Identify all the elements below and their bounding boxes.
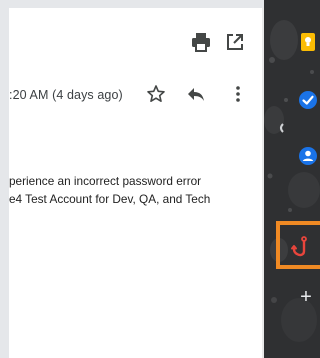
addon-highlight[interactable] — [276, 221, 320, 269]
open-in-new-window-icon[interactable] — [225, 32, 245, 52]
print-icon[interactable] — [190, 31, 212, 53]
star-outline-icon[interactable] — [145, 83, 167, 105]
plus-icon[interactable]: + — [296, 286, 316, 308]
contacts-icon[interactable] — [298, 146, 318, 166]
reply-icon[interactable] — [185, 83, 207, 105]
window-frame-top — [0, 0, 264, 8]
keep-icon[interactable] — [298, 32, 318, 52]
email-view-panel: :20 AM (4 days ago) perience an incorrec… — [9, 8, 262, 358]
more-vertical-icon[interactable] — [230, 83, 246, 105]
tasks-icon[interactable] — [298, 90, 318, 110]
window-frame-left — [0, 0, 9, 358]
side-panel: + — [264, 0, 320, 358]
addon-icon[interactable] — [290, 235, 310, 259]
message-body-line: e4 Test Account for Dev, QA, and Tech — [9, 192, 211, 206]
message-body-line: perience an incorrect password error — [9, 174, 202, 188]
message-timestamp: :20 AM (4 days ago) — [9, 88, 123, 102]
